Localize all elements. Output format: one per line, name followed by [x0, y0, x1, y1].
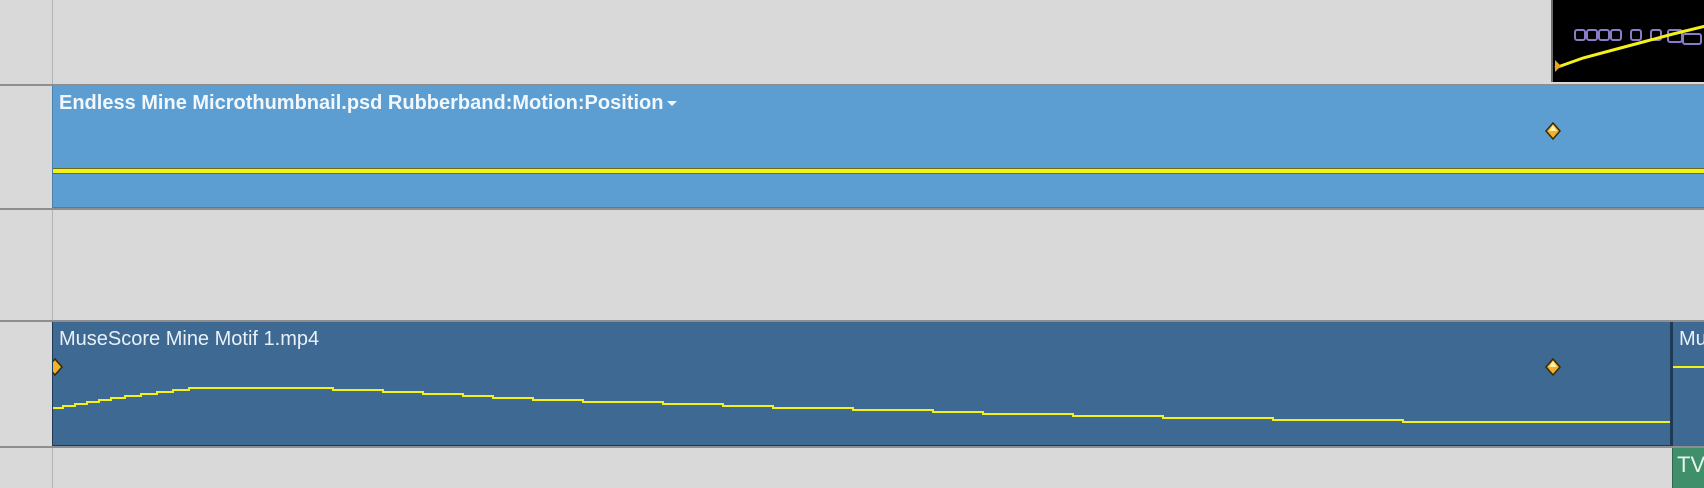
green-clip-title[interactable]: TV [1677, 452, 1704, 478]
timeline: Endless Mine Microthumbnail.psd Rubberba… [0, 0, 1704, 488]
keyframe-diamond-icon[interactable] [52, 358, 64, 376]
audio-clip[interactable]: MuseScore Mine Motif 1.mp4 [52, 322, 1672, 446]
top-track-header[interactable] [0, 0, 53, 84]
volume-rubberband[interactable] [1673, 366, 1704, 368]
thumbnail-image [1554, 24, 1704, 72]
audio-clip-next-title[interactable]: Mu [1679, 328, 1704, 351]
volume-rubberband[interactable] [53, 322, 1672, 446]
audio-clip-next[interactable]: Mu [1672, 322, 1704, 446]
video-clip[interactable]: Endless Mine Microthumbnail.psd Rubberba… [52, 86, 1704, 208]
audio-track-header[interactable] [0, 322, 53, 446]
keyframe-diamond-icon[interactable] [1544, 122, 1562, 140]
empty-track [0, 210, 1704, 320]
top-track [0, 0, 1704, 84]
bottom-track: TV [0, 448, 1704, 488]
clip-thumbnail[interactable] [1551, 0, 1704, 82]
video-track-header[interactable] [0, 86, 53, 208]
green-clip[interactable]: TV [1672, 448, 1704, 488]
video-clip-label: Endless Mine Microthumbnail.psd Rubberba… [59, 92, 664, 114]
video-track: Endless Mine Microthumbnail.psd Rubberba… [0, 86, 1704, 208]
bottom-track-header[interactable] [0, 448, 53, 488]
video-clip-title[interactable]: Endless Mine Microthumbnail.psd Rubberba… [59, 92, 678, 115]
empty-track-header[interactable] [0, 210, 53, 320]
rubberband-line[interactable] [53, 168, 1704, 174]
chevron-down-icon[interactable] [667, 101, 678, 106]
keyframe-diamond-icon[interactable] [1544, 358, 1562, 376]
audio-track: MuseScore Mine Motif 1.mp4 Mu [0, 322, 1704, 446]
